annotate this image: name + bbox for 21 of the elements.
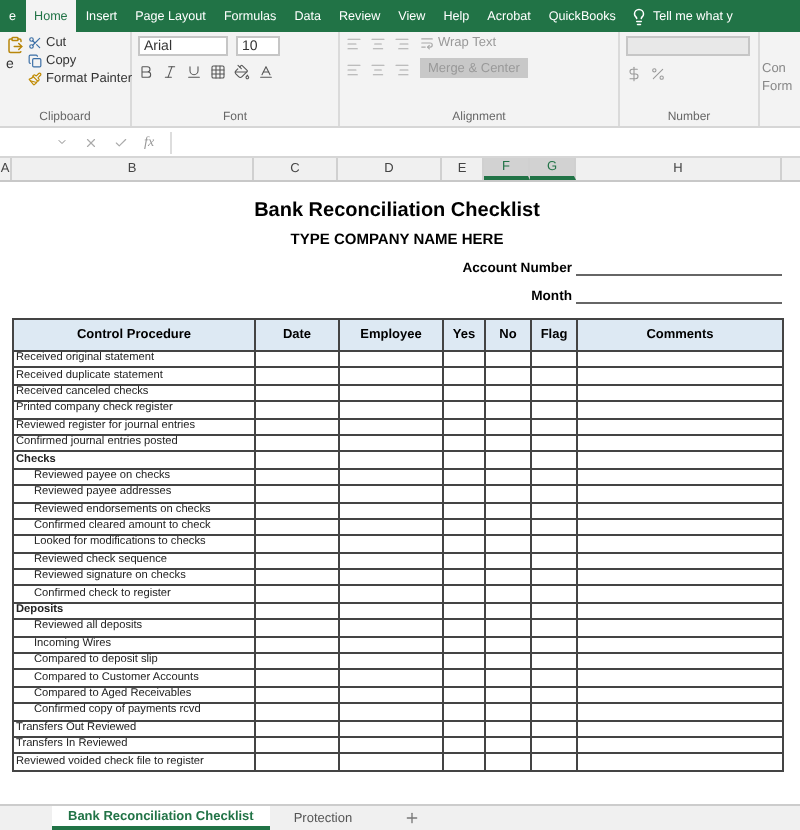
align-right-icon[interactable] [394, 62, 410, 78]
cancel-icon[interactable] [84, 135, 98, 149]
fill-color-icon[interactable] [234, 64, 250, 80]
paste-icon[interactable] [6, 36, 24, 54]
copy-icon [28, 54, 42, 68]
sheet-title: Bank Reconciliation Checklist [252, 200, 542, 222]
bold-icon[interactable] [138, 64, 154, 80]
percent-icon[interactable] [650, 66, 666, 82]
lightbulb-icon[interactable] [630, 7, 649, 25]
underline-icon[interactable] [186, 64, 202, 80]
enter-icon[interactable] [114, 135, 128, 149]
italic-icon[interactable] [162, 64, 178, 80]
align-center-icon[interactable] [370, 62, 386, 78]
currency-icon[interactable] [626, 66, 642, 82]
scissors-icon [28, 36, 42, 50]
font-color-icon[interactable] [258, 64, 274, 80]
align-left-icon[interactable] [346, 62, 362, 78]
number-format-field[interactable] [626, 36, 750, 56]
paintbrush-icon [28, 72, 42, 86]
borders-icon[interactable] [210, 64, 226, 80]
wrap-text-icon [420, 36, 434, 50]
